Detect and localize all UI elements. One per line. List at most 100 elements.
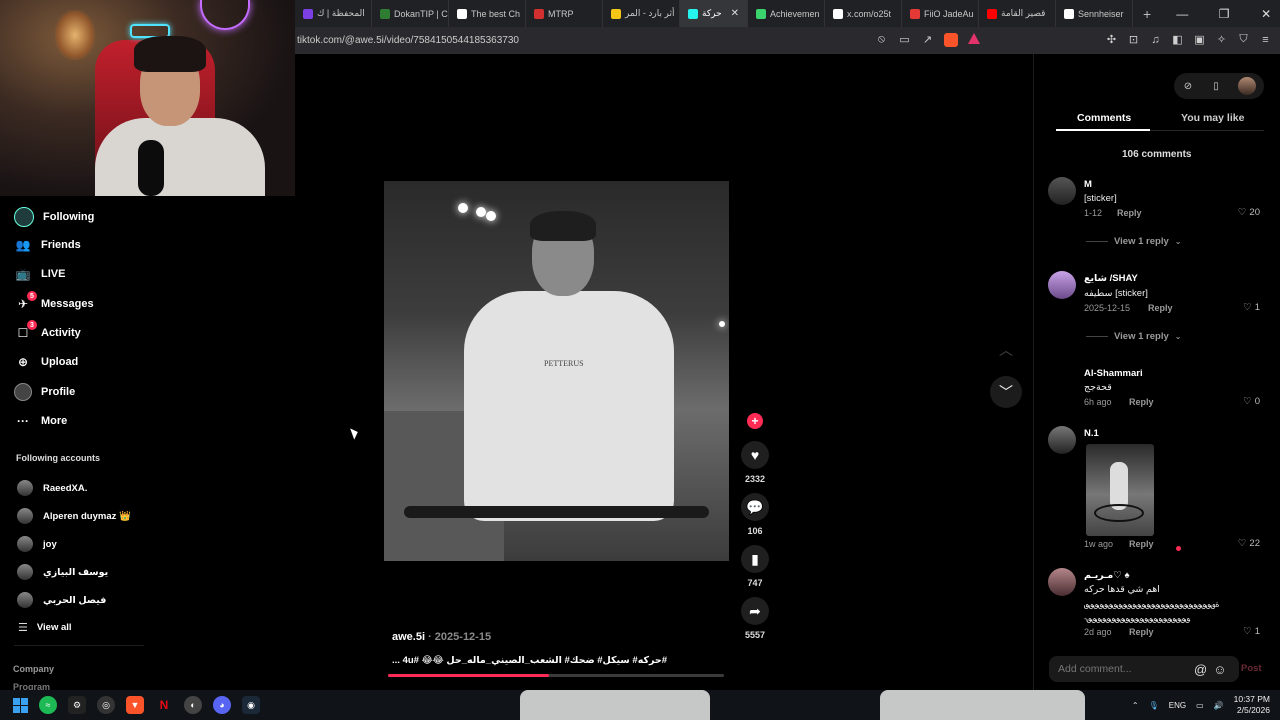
cast-icon[interactable]: ▭ — [898, 33, 911, 46]
chevron-up-icon[interactable]: ⌃ — [1132, 701, 1139, 710]
leo-ai-icon[interactable]: ✧ — [1215, 33, 1228, 46]
reply-button[interactable]: Reply — [1148, 303, 1173, 313]
bookmark-icon[interactable]: ▮ — [741, 545, 769, 573]
sidebar-item-friends[interactable]: 👥 Friends — [14, 236, 81, 254]
brave-rewards-icon[interactable] — [968, 33, 980, 44]
brave-shields-icon[interactable] — [944, 33, 958, 47]
mention-icon[interactable]: @ — [1194, 662, 1207, 677]
author-name[interactable]: awe.5i — [392, 631, 425, 643]
next-video-button[interactable]: ﹀ — [990, 376, 1022, 408]
menu-icon[interactable]: ≡ — [1259, 33, 1272, 46]
browser-tab[interactable]: Sennheiser — [1056, 0, 1133, 27]
volume-icon[interactable]: 🔊 — [1214, 701, 1224, 710]
spotify-icon[interactable]: ≈ — [39, 696, 57, 714]
tracking-off-icon[interactable]: ⦸ — [875, 33, 888, 46]
heart-icon[interactable]: ♥ — [741, 441, 769, 469]
comment-bubble-icon[interactable]: 💬 — [741, 493, 769, 521]
comment-author[interactable]: N.1 — [1084, 428, 1099, 439]
app-icon[interactable]: ◐ — [184, 696, 202, 714]
network-icon[interactable]: ▭ — [1196, 701, 1204, 710]
view-replies-button[interactable]: View 1 reply ⌄ — [1086, 236, 1181, 247]
browser-tab[interactable]: أثر بارد - المر — [603, 0, 680, 27]
brave-browser-icon[interactable]: ▼ — [126, 696, 144, 714]
wallet-icon[interactable]: ▣ — [1193, 33, 1206, 46]
compass-icon[interactable]: ⊘ — [1182, 80, 1194, 92]
close-tab-icon[interactable]: ✕ — [731, 8, 739, 19]
sidebar-item-following[interactable]: Following — [14, 207, 94, 227]
comment-author[interactable]: M — [1084, 179, 1092, 190]
sidebar-item-profile[interactable]: Profile — [14, 383, 75, 401]
company-link[interactable]: Company — [13, 664, 54, 674]
comment-author[interactable]: شايع /SHAY — [1084, 273, 1138, 284]
video-player[interactable]: PETTERUS — [384, 181, 729, 561]
phone-icon[interactable]: ▯ — [1210, 80, 1222, 92]
share-icon[interactable]: ↗ — [921, 33, 934, 46]
reply-button[interactable]: Reply — [1129, 397, 1154, 407]
following-account[interactable]: Alperen duymaz 👑 — [17, 508, 131, 524]
discord-icon[interactable]: ◕ — [213, 696, 231, 714]
reply-button[interactable]: Reply — [1117, 208, 1142, 218]
comment-author[interactable]: مـريـم♡ ♠ — [1084, 570, 1130, 581]
add-comment-input[interactable] — [1058, 663, 1188, 675]
following-account[interactable]: يوسف البيازي — [17, 564, 108, 580]
netflix-icon[interactable]: N — [155, 696, 173, 714]
url-field[interactable]: tiktok.com/@awe.5i/video/758415054418536… — [297, 35, 519, 46]
post-button[interactable]: Post — [1241, 663, 1262, 674]
clock[interactable]: 10:37 PM 2/5/2026 — [1234, 694, 1270, 716]
browser-tab[interactable]: The best Ch — [449, 0, 526, 27]
windows-start-icon[interactable] — [13, 697, 28, 713]
comment-avatar[interactable] — [1048, 426, 1076, 454]
comment-avatar[interactable] — [1048, 177, 1076, 205]
save-action[interactable]: ▮ 747 — [740, 545, 770, 588]
steam-icon[interactable]: ◉ — [242, 696, 260, 714]
follow-plus-button[interactable]: + — [747, 413, 763, 429]
following-account[interactable]: RaeedXA. — [17, 480, 87, 496]
sidebar-item-activity[interactable]: ☐ 3 Activity — [14, 320, 81, 342]
reply-button[interactable]: Reply — [1129, 627, 1154, 637]
vpn-shield-icon[interactable]: ⛉ — [1237, 33, 1250, 46]
like-action[interactable]: ♥ 2332 — [740, 441, 770, 484]
browser-tab[interactable]: المحفظة | ك — [295, 0, 372, 27]
comment-avatar[interactable] — [1048, 366, 1076, 394]
browser-tab[interactable]: DokanTIP | C — [372, 0, 449, 27]
comment-like[interactable]: ♡ 0 — [1243, 396, 1260, 407]
sidebar-item-upload[interactable]: ⊕ Upload — [14, 353, 78, 371]
browser-tab[interactable]: Achievemen — [748, 0, 825, 27]
sidebar-toggle-icon[interactable]: ◧ — [1171, 33, 1184, 46]
view-replies-button[interactable]: View 1 reply ⌄ — [1086, 331, 1181, 342]
comment-like[interactable]: ♡ 22 — [1238, 538, 1260, 549]
video-progress-bar[interactable] — [388, 674, 724, 677]
browser-tab[interactable]: MTRP — [526, 0, 603, 27]
share-action[interactable]: ➦ 5557 — [740, 597, 770, 640]
comment-like[interactable]: ♡ 20 — [1238, 207, 1260, 218]
comment-like[interactable]: ♡ 1 — [1243, 302, 1260, 313]
comment-image[interactable] — [1086, 444, 1154, 536]
sidebar-item-more[interactable]: ··· More — [14, 412, 67, 430]
screenshot-icon[interactable]: ⊡ — [1127, 33, 1140, 46]
following-account[interactable]: فيصل الحربي — [17, 592, 106, 608]
settings-gear-icon[interactable]: ⚙ — [68, 696, 86, 714]
browser-tab[interactable]: x.com/o25t — [825, 0, 902, 27]
comment-avatar[interactable] — [1048, 271, 1076, 299]
comment-action[interactable]: 💬 106 — [740, 493, 770, 536]
new-tab-button[interactable]: + — [1133, 6, 1161, 22]
tab-comments[interactable]: Comments — [1077, 112, 1131, 124]
browser-tab[interactable]: قصير القامة — [979, 0, 1056, 27]
restore-icon[interactable]: ❐ — [1203, 7, 1245, 21]
view-all-link[interactable]: ☰ View all — [18, 621, 72, 634]
browser-tab[interactable]: حركة ✕ — [680, 0, 748, 27]
emoji-icon[interactable]: ☺ — [1213, 662, 1226, 677]
steelseries-icon[interactable]: ◎ — [97, 696, 115, 714]
minimize-icon[interactable]: — — [1161, 7, 1203, 21]
extensions-icon[interactable]: ✣ — [1105, 33, 1118, 46]
close-window-icon[interactable]: ✕ — [1245, 7, 1280, 21]
share-arrow-icon[interactable]: ➦ — [741, 597, 769, 625]
program-link[interactable]: Program — [13, 682, 50, 690]
comment-avatar[interactable] — [1048, 568, 1076, 596]
comment-like[interactable]: ♡ 1 — [1243, 626, 1260, 637]
sidebar-item-messages[interactable]: ✈ 5 Messages — [14, 291, 94, 313]
microphone-icon[interactable]: 🎙 — [1149, 701, 1159, 710]
browser-tab[interactable]: FiiO JadeAu — [902, 0, 979, 27]
tab-you-may-like[interactable]: You may like — [1181, 112, 1244, 124]
previous-video-button[interactable]: ︿ — [990, 334, 1022, 366]
